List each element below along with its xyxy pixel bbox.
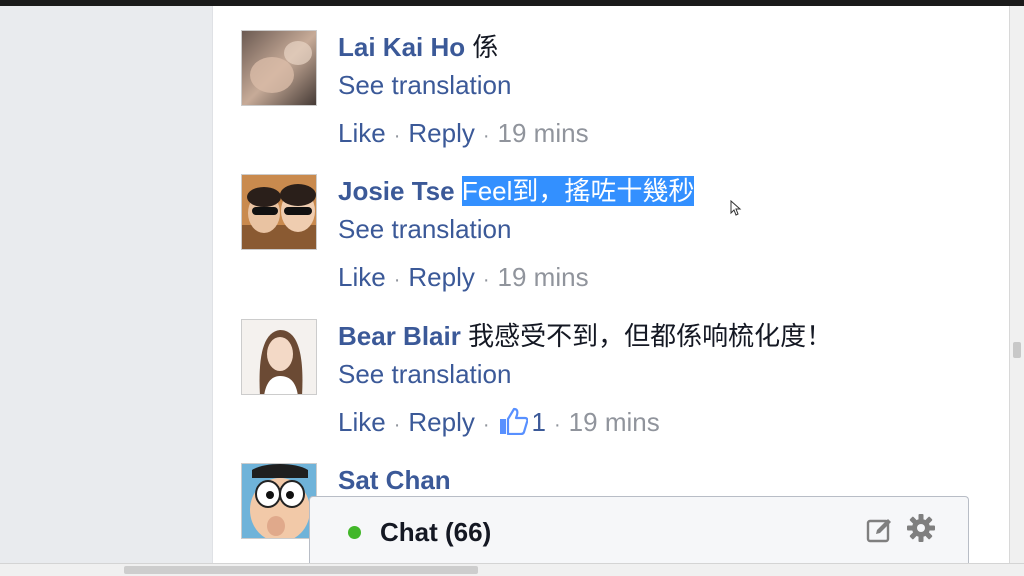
thumbs-up-icon[interactable] [498,407,529,443]
separator: · [482,414,490,436]
timestamp[interactable]: 19 mins [498,118,589,148]
avatar[interactable] [241,319,317,395]
see-translation-link[interactable]: See translation [338,212,978,246]
left-column [0,6,212,564]
separator: · [482,125,490,147]
separator: · [393,125,401,147]
like-link[interactable]: Like [338,262,386,292]
reply-link[interactable]: Reply [408,407,474,437]
avatar[interactable] [241,30,317,106]
comment-author[interactable]: Bear Blair [338,321,461,351]
separator: · [393,414,401,436]
comment-author[interactable]: Lai Kai Ho [338,32,465,62]
separator: · [393,269,401,291]
chat-label[interactable]: Chat (66) [380,515,491,549]
separator: · [554,414,561,436]
like-link[interactable]: Like [338,118,386,148]
horizontal-scroll-thumb[interactable] [124,566,478,574]
comment-author[interactable]: Josie Tse [338,176,455,206]
comment-actions: Like · Reply · 19 mins [338,260,978,294]
chat-bar[interactable]: Chat (66) [309,496,969,564]
comment-text: 我感受不到，但都係响梳化度！ [468,321,833,351]
timestamp[interactable]: 19 mins [498,262,589,292]
comment-body: Bear Blair 我感受不到，但都係响梳化度！ See translatio… [338,319,978,439]
avatar[interactable] [241,463,317,539]
selected-comment-text: Feel到，搖咗十幾秒 [461,176,695,206]
reply-link[interactable]: Reply [408,262,474,292]
see-translation-link[interactable]: See translation [338,357,978,391]
see-translation-link[interactable]: See translation [338,68,978,102]
gear-icon[interactable] [906,513,936,548]
mouse-cursor-icon [730,200,742,216]
vertical-scroll-thumb[interactable] [1013,342,1021,358]
comment-text: 係 [472,32,499,62]
comment-body: Josie Tse Feel到，搖咗十幾秒 See translation Li… [338,174,978,294]
comment-author[interactable]: Sat Chan [338,465,451,495]
timestamp[interactable]: 19 mins [569,407,660,437]
reply-link[interactable]: Reply [408,118,474,148]
comment-actions: Like · Reply · 1 · 19 mins [338,405,978,439]
horizontal-scrollbar[interactable] [0,563,1024,576]
vertical-scrollbar[interactable] [1009,6,1024,564]
comment-body: Sat Chan [338,463,978,497]
comment-body: Lai Kai Ho 係 See translation Like · Reply ·… [338,30,978,150]
avatar[interactable] [241,174,317,250]
like-count[interactable]: 1 [532,407,546,437]
online-status-dot [348,526,361,539]
comment-actions: Like · Reply · 19 mins [338,116,978,150]
compose-icon[interactable] [866,516,894,549]
separator: · [482,269,490,291]
like-link[interactable]: Like [338,407,386,437]
